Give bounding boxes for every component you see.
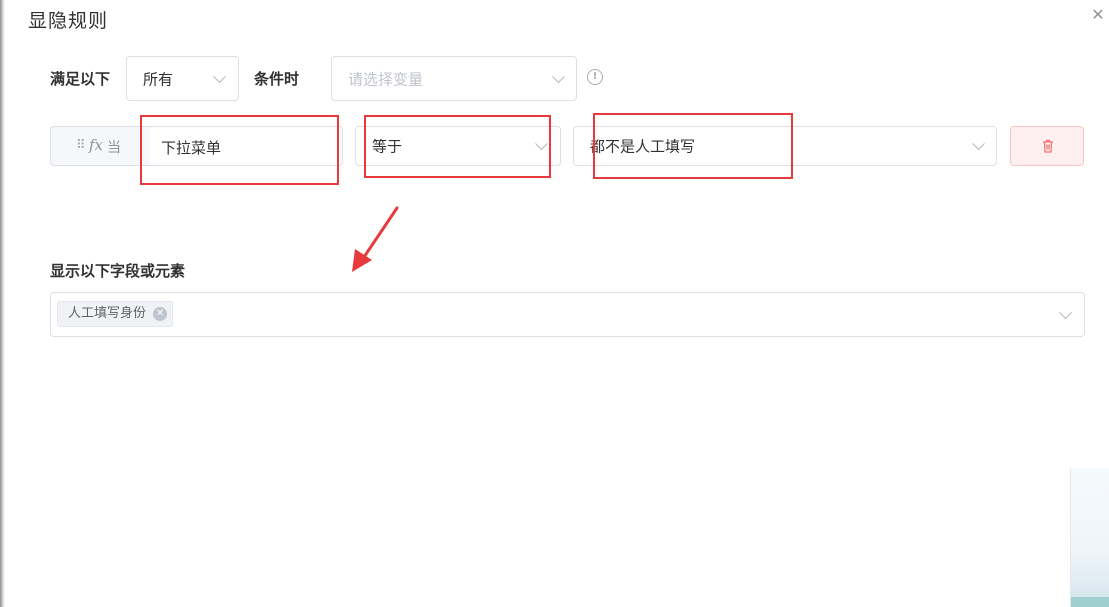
- info-icon[interactable]: !: [587, 69, 603, 85]
- drag-handle-icon[interactable]: ⠿: [76, 138, 85, 153]
- left-edge-shadow: [0, 0, 5, 607]
- selected-field-tag: 人工填写身份 ✕: [57, 301, 174, 327]
- close-icon[interactable]: ✕: [1089, 6, 1107, 24]
- display-section-label: 显示以下字段或元素: [50, 262, 186, 280]
- condition-prefix: ⠿ fx 当: [50, 126, 150, 166]
- operator-select[interactable]: 等于: [355, 126, 561, 166]
- tag-label: 人工填写身份: [68, 306, 147, 321]
- match-mode-select[interactable]: 所有: [126, 56, 239, 101]
- operator-value: 等于: [372, 137, 403, 156]
- function-icon[interactable]: fx: [89, 136, 103, 154]
- condition-field-input[interactable]: 下拉菜单: [150, 126, 343, 166]
- match-prefix-label: 满足以下: [50, 70, 111, 88]
- dialog-title: 显隐规则: [28, 10, 109, 32]
- chevron-down-icon: [1059, 305, 1072, 319]
- match-mode-value: 所有: [143, 70, 174, 88]
- chevron-down-icon: [972, 137, 985, 151]
- condition-field-value: 下拉菜单: [161, 139, 222, 157]
- delete-condition-button[interactable]: [1010, 126, 1084, 166]
- background-window-strip: [1071, 597, 1109, 607]
- tag-close-icon[interactable]: ✕: [153, 307, 168, 321]
- background-window-peek: [1070, 468, 1109, 607]
- chevron-down-icon: [535, 137, 548, 151]
- red-arrow-icon: [352, 206, 399, 272]
- match-suffix-label: 条件时: [254, 70, 300, 88]
- chevron-down-icon: [213, 69, 226, 83]
- trash-icon: [1043, 139, 1053, 153]
- variable-placeholder: 请选择变量: [348, 70, 424, 88]
- display-fields-select[interactable]: 人工填写身份 ✕: [50, 292, 1085, 337]
- condition-value-select[interactable]: 都不是人工填写: [573, 126, 997, 166]
- chevron-down-icon: [552, 69, 565, 83]
- condition-value: 都不是人工填写: [590, 137, 696, 156]
- variable-select[interactable]: 请选择变量: [331, 56, 577, 101]
- condition-when-label: 当: [107, 140, 121, 156]
